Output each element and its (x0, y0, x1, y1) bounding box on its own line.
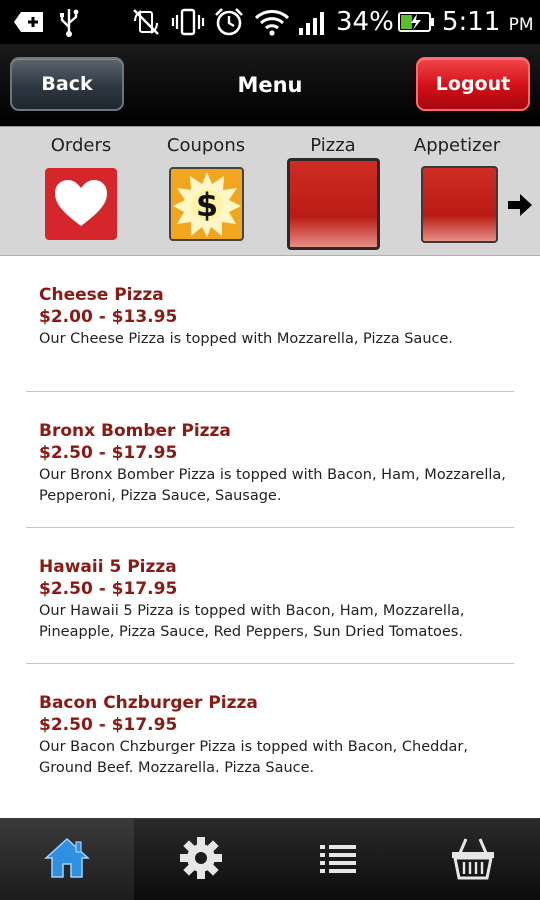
tab-list[interactable] (271, 819, 405, 900)
category-appetizer[interactable]: Appetizer (405, 127, 509, 257)
clock: 5:11 PM (442, 5, 534, 42)
appetizer-tile-icon (421, 166, 498, 243)
item-name: Cheese Pizza (39, 285, 164, 305)
item-description: Our Cheese Pizza is topped with Mozzarel… (39, 331, 454, 347)
svg-text:$: $ (195, 186, 217, 224)
tab-basket[interactable] (406, 819, 540, 900)
basket-icon (450, 835, 496, 885)
clock-time: 5:11 (442, 7, 501, 37)
gear-icon (178, 835, 224, 885)
vibrate-icon (170, 6, 206, 38)
category-coupons[interactable]: Coupons $ (151, 127, 261, 257)
category-label: Appetizer (413, 135, 501, 156)
signal-icon (296, 6, 330, 38)
list-item[interactable]: Hawaii 5 Pizza $2.50 - $17.95 Our Hawaii… (26, 528, 514, 664)
item-name: Hawaii 5 Pizza (39, 557, 177, 577)
category-pizza[interactable]: Pizza (278, 127, 388, 257)
item-price: $2.50 - $17.95 (39, 443, 178, 463)
page-title: Menu (237, 73, 303, 97)
notification-icon (12, 6, 46, 38)
tab-settings[interactable] (134, 819, 268, 900)
clock-suffix: PM (508, 15, 534, 35)
pizza-tile-icon (287, 158, 380, 250)
category-label: Orders (50, 135, 112, 156)
item-price: $2.00 - $13.95 (39, 307, 178, 327)
rotate-lock-icon (130, 6, 162, 38)
alarm-icon (212, 6, 246, 38)
heart-icon (45, 168, 117, 240)
battery-percent: 34% (336, 7, 394, 37)
item-price: $2.50 - $17.95 (39, 715, 178, 735)
status-bar: 34% 5:11 PM (0, 0, 540, 44)
item-description: Our Hawaii 5 Pizza is topped with Bacon,… (39, 603, 465, 640)
item-description: Our Bronx Bomber Pizza is topped with Ba… (39, 467, 506, 504)
item-price: $2.50 - $17.95 (39, 579, 178, 599)
item-description: Our Bacon Chzburger Pizza is topped with… (39, 739, 468, 776)
logout-button[interactable]: Logout (416, 57, 530, 111)
category-label: Pizza (310, 135, 356, 156)
category-bar: Orders Coupons $ Pizza Appetizer (0, 126, 540, 256)
bottom-tab-bar (0, 818, 540, 900)
home-icon (43, 836, 91, 884)
navigation-bar: Back Menu Logout (0, 44, 540, 126)
battery-charging-icon (396, 6, 436, 38)
list-item[interactable]: Cheese Pizza $2.00 - $13.95 Our Cheese P… (26, 256, 514, 392)
usb-icon (56, 6, 82, 38)
list-item[interactable]: Bronx Bomber Pizza $2.50 - $17.95 Our Br… (26, 392, 514, 528)
arrow-right-icon[interactable] (506, 191, 534, 219)
back-button[interactable]: Back (10, 57, 124, 111)
category-label: Coupons (166, 135, 246, 156)
tab-home[interactable] (0, 819, 134, 900)
item-name: Bacon Chzburger Pizza (39, 693, 258, 713)
list-icon (318, 842, 358, 878)
wifi-icon (254, 6, 290, 38)
category-orders[interactable]: Orders (26, 127, 136, 257)
dollar-badge-icon: $ (169, 167, 244, 241)
menu-list: Cheese Pizza $2.00 - $13.95 Our Cheese P… (0, 256, 540, 818)
list-item[interactable]: Bacon Chzburger Pizza $2.50 - $17.95 Our… (26, 664, 514, 800)
item-name: Bronx Bomber Pizza (39, 421, 231, 441)
